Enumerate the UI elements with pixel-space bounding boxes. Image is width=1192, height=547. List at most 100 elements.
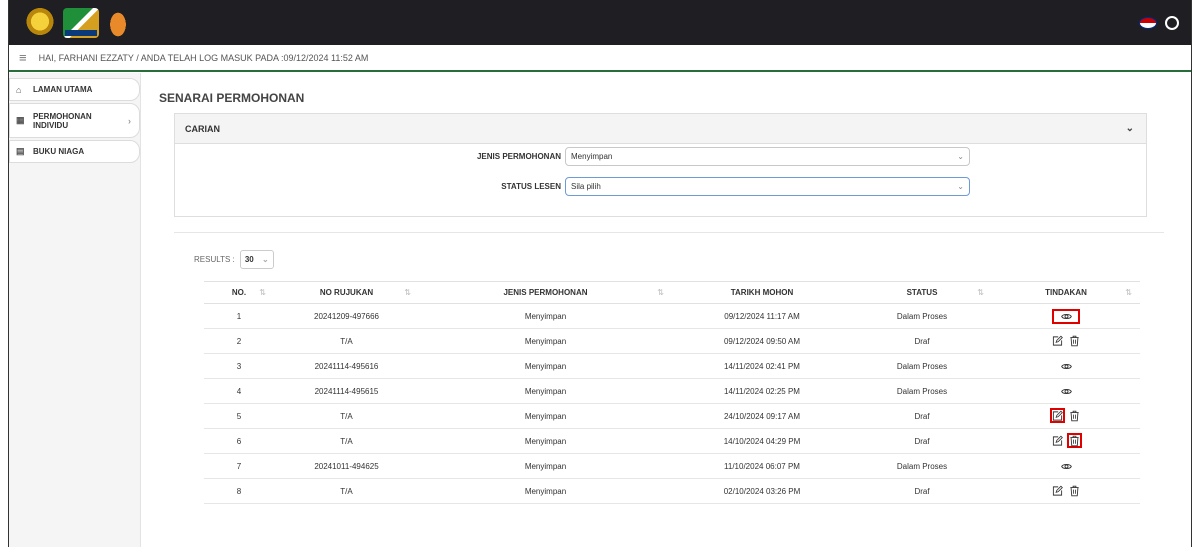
cell-jenis-permohonan: Menyimpan: [419, 403, 672, 429]
grid-icon: ▦: [16, 115, 25, 125]
home-icon: ⌂: [16, 84, 22, 95]
table-row: 2 T/A Menyimpan 09/12/2024 09:50 AM Draf: [204, 328, 1140, 354]
sidebar-item-label: BUKU NIAGA: [33, 147, 85, 156]
table-row: 4 20241114-495615 Menyimpan 14/11/2024 0…: [204, 378, 1140, 404]
view-icon[interactable]: [1059, 384, 1074, 399]
results-per-page-select[interactable]: 30 ⌄: [239, 250, 274, 269]
edit-icon[interactable]: [1050, 408, 1065, 424]
cell-tarikh-mohon: 02/10/2024 03:26 PM: [672, 478, 852, 504]
cell-status: Dalam Proses: [852, 303, 992, 329]
sidebar-item-buku-niaga[interactable]: ▤ BUKU NIAGA: [9, 140, 140, 163]
cell-status: Dalam Proses: [852, 353, 992, 379]
sort-icon: ⇅: [977, 288, 984, 297]
applications-table: NO. ⇅ NO RUJUKAN ⇅ JENIS PERMOHONAN ⇅ TARIK…: [204, 281, 1140, 504]
cell-no-rujukan: 20241114-495615: [274, 378, 419, 404]
cell-no-rujukan: T/A: [274, 478, 419, 504]
edit-icon[interactable]: [1050, 433, 1065, 448]
column-header-status[interactable]: STATUS ⇅: [852, 281, 992, 304]
column-header-tindakan[interactable]: TINDAKAN ⇅: [992, 281, 1140, 304]
column-header-no-rujukan[interactable]: NO RUJUKAN ⇅: [274, 281, 419, 304]
jenis-permohonan-value: Menyimpan: [571, 151, 613, 161]
select-caret-icon: ⌄: [957, 151, 964, 161]
table-header-row: NO. ⇅ NO RUJUKAN ⇅ JENIS PERMOHONAN ⇅ TARIK…: [204, 281, 1140, 304]
jenis-permohonan-select[interactable]: Menyimpan ⌄: [565, 146, 970, 166]
cell-jenis-permohonan: Menyimpan: [419, 428, 672, 454]
cell-no: 7: [204, 453, 274, 479]
crest-logo[interactable]: [25, 7, 55, 38]
cell-no-rujukan: T/A: [274, 328, 419, 354]
view-icon[interactable]: [1059, 459, 1074, 474]
column-header-tarikh-mohon[interactable]: TARIKH MOHON: [672, 281, 852, 304]
results-label: RESULTS :: [194, 255, 235, 264]
chevron-right-icon: ›: [128, 115, 131, 126]
table-row: 6 T/A Menyimpan 14/10/2024 04:29 PM Draf: [204, 428, 1140, 454]
cell-no: 5: [204, 403, 274, 429]
cell-status: Draf: [852, 328, 992, 354]
language-flag-icon[interactable]: [1139, 16, 1157, 29]
sidebar-item-laman-utama[interactable]: ⌂ LAMAN UTAMA: [9, 78, 140, 101]
cell-tarikh-mohon: 14/11/2024 02:41 PM: [672, 353, 852, 379]
cell-tindakan: [992, 303, 1140, 329]
cell-status: Draf: [852, 478, 992, 504]
cell-tarikh-mohon: 14/11/2024 02:25 PM: [672, 378, 852, 404]
delete-icon[interactable]: [1067, 333, 1082, 348]
sort-icon: ⇅: [1125, 288, 1132, 297]
cell-tindakan: [992, 453, 1140, 479]
sort-icon: ⇅: [657, 288, 664, 297]
page-title: SENARAI PERMOHONAN: [159, 91, 305, 105]
cell-no-rujukan: 20241011-494625: [274, 453, 419, 479]
logo-group: [25, 7, 129, 38]
cell-tarikh-mohon: 09/12/2024 09:50 AM: [672, 328, 852, 354]
view-icon[interactable]: [1052, 308, 1080, 324]
delete-icon[interactable]: [1067, 408, 1082, 423]
cell-no: 4: [204, 378, 274, 404]
delete-icon[interactable]: [1067, 433, 1082, 449]
delete-icon[interactable]: [1067, 483, 1082, 498]
search-panel: CARIAN ⌄ JENIS PERMOHONAN Menyimpan ⌄ ST…: [174, 113, 1147, 217]
view-icon[interactable]: [1059, 359, 1074, 374]
app-frame: ≡ HAI, FARHANI EZZATY / ANDA TELAH LOG M…: [8, 0, 1192, 547]
login-info-text: HAI, FARHANI EZZATY / ANDA TELAH LOG MAS…: [38, 52, 369, 63]
chevron-down-icon[interactable]: ⌄: [1126, 123, 1134, 134]
cell-jenis-permohonan: Menyimpan: [419, 303, 672, 329]
table-row: 3 20241114-495616 Menyimpan 14/11/2024 0…: [204, 353, 1140, 379]
cell-jenis-permohonan: Menyimpan: [419, 478, 672, 504]
sort-icon: ⇅: [259, 288, 266, 297]
top-right-tools: [1139, 15, 1179, 30]
cell-tarikh-mohon: 09/12/2024 11:17 AM: [672, 303, 852, 329]
cell-no-rujukan: 20241209-497666: [274, 303, 419, 329]
action-group: [1050, 333, 1082, 348]
edit-icon[interactable]: [1050, 483, 1065, 498]
main-content: SENARAI PERMOHONAN CARIAN ⌄ JENIS PERMOH…: [142, 73, 1191, 547]
edit-icon[interactable]: [1050, 333, 1065, 348]
cell-jenis-permohonan: Menyimpan: [419, 328, 672, 354]
action-group: [1059, 359, 1074, 374]
column-header-no[interactable]: NO. ⇅: [204, 281, 274, 304]
hamburger-menu-icon[interactable]: ≡: [19, 50, 27, 65]
cell-jenis-permohonan: Menyimpan: [419, 353, 672, 379]
status-lesen-select[interactable]: Sila pilih ⌄: [565, 176, 970, 196]
search-panel-title: CARIAN: [185, 123, 220, 134]
cell-tindakan: [992, 403, 1140, 429]
tiger-logo[interactable]: [107, 7, 129, 38]
results-per-page: RESULTS : 30 ⌄: [194, 250, 1169, 269]
cell-tindakan: [992, 328, 1140, 354]
table-row: 5 T/A Menyimpan 24/10/2024 09:17 AM Draf: [204, 403, 1140, 429]
status-lesen-label: STATUS LESEN: [501, 181, 561, 191]
column-header-jenis-permohonan[interactable]: JENIS PERMOHONAN ⇅: [419, 281, 672, 304]
action-group: [1059, 384, 1074, 399]
action-group: [1052, 308, 1080, 324]
cell-no: 3: [204, 353, 274, 379]
table-row: 8 T/A Menyimpan 02/10/2024 03:26 PM Draf: [204, 478, 1140, 504]
cell-no-rujukan: T/A: [274, 428, 419, 454]
cell-jenis-permohonan: Menyimpan: [419, 378, 672, 404]
user-profile-icon[interactable]: [1165, 15, 1179, 30]
cell-no-rujukan: 20241114-495616: [274, 353, 419, 379]
action-group: [1050, 483, 1082, 498]
search-panel-header[interactable]: CARIAN ⌄: [175, 114, 1146, 144]
sidebar-item-permohonan-individu[interactable]: ▦ PERMOHONAN INDIVIDU ›: [9, 103, 140, 138]
cell-tindakan: [992, 428, 1140, 454]
organization-logo[interactable]: [63, 7, 99, 38]
breadcrumb: ≡ HAI, FARHANI EZZATY / ANDA TELAH LOG M…: [9, 45, 1191, 72]
cell-status: Dalam Proses: [852, 453, 992, 479]
